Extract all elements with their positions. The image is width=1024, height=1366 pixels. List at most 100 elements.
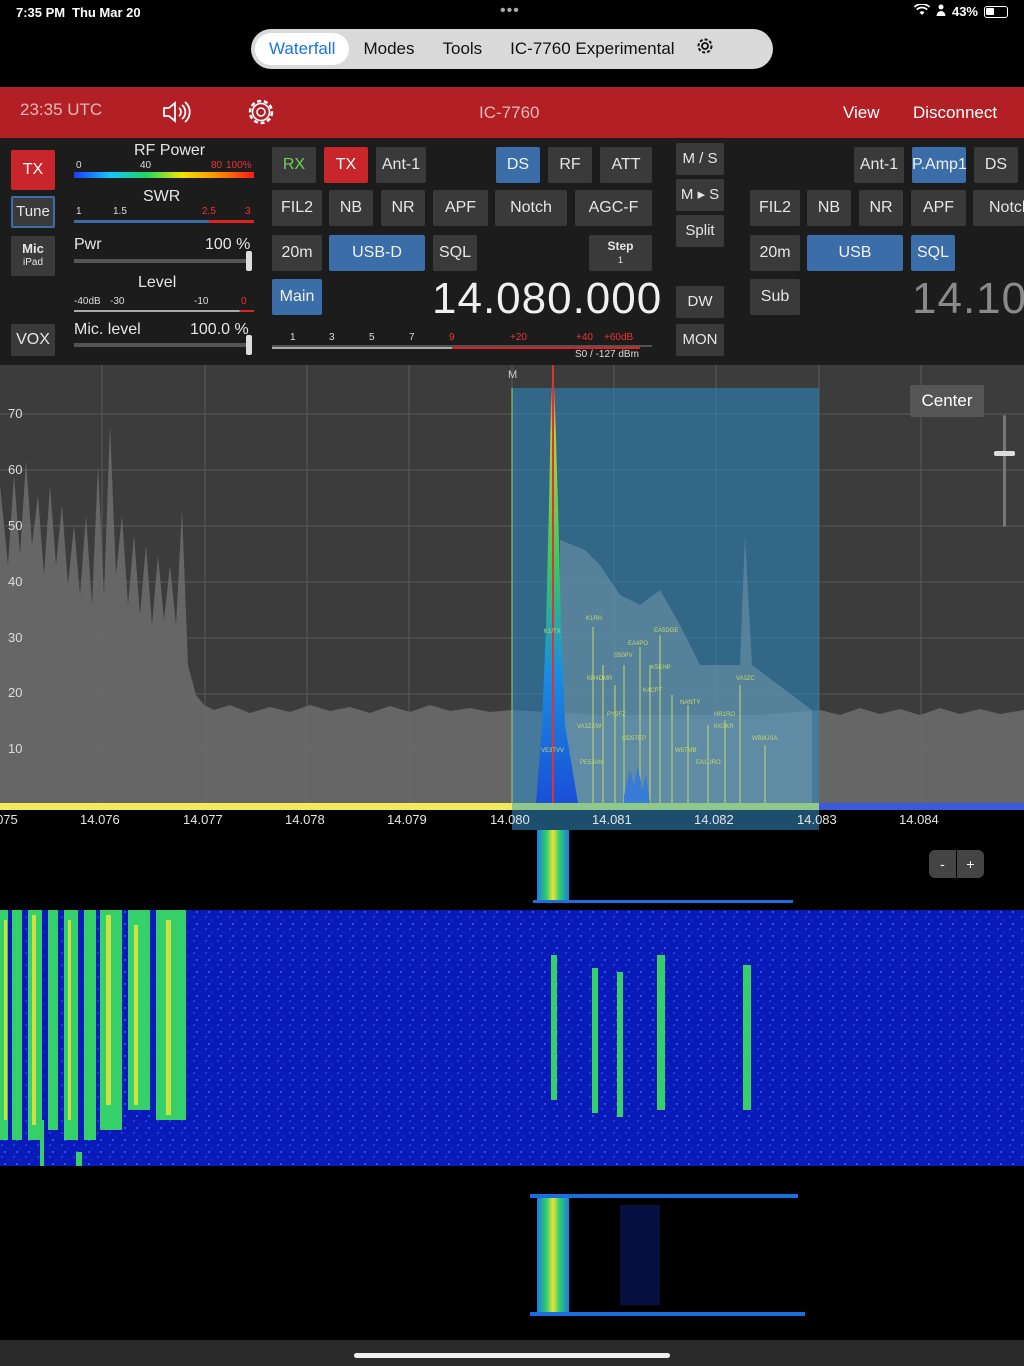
ref-level-slider-knob[interactable] — [994, 451, 1015, 456]
swr-label: SWR — [143, 188, 181, 205]
apf-button[interactable]: APF — [433, 190, 488, 226]
zoom-in-button[interactable]: + — [957, 850, 984, 878]
spot-label[interactable]: HR1RO — [714, 712, 735, 718]
rf-button[interactable]: RF — [548, 147, 592, 183]
spot-label[interactable]: EA4PO — [628, 641, 648, 647]
mic-label: Mic — [22, 241, 44, 256]
spot-label[interactable]: VA3ZXW — [577, 724, 601, 730]
sub-sql-button[interactable]: SQL — [911, 235, 955, 271]
main-vfo-button[interactable]: Main — [272, 279, 322, 315]
x-tick: 14.077 — [183, 812, 223, 827]
sub-mode-button[interactable]: USB — [807, 235, 903, 271]
pwr-label: Pwr — [74, 236, 102, 253]
ds-button[interactable]: DS — [496, 147, 540, 183]
settings-gear-icon[interactable] — [689, 36, 721, 62]
spot-label[interactable]: K1RH — [586, 616, 602, 622]
sub-band-button[interactable]: 20m — [750, 235, 800, 271]
home-indicator[interactable] — [354, 1353, 670, 1358]
sub-notch-button[interactable]: Notch — [973, 190, 1024, 226]
agc-button[interactable]: AGC-F — [575, 190, 652, 226]
tune-button[interactable]: Tune — [11, 196, 55, 228]
swr-tick: 2.5 — [202, 206, 216, 217]
spot-label[interactable]: VA3ZC — [736, 676, 755, 682]
sql-button[interactable]: SQL — [433, 235, 477, 271]
spot-label[interactable]: NANTY — [680, 700, 700, 706]
mic-source-button[interactable]: Mic iPad — [11, 236, 55, 276]
nr-button[interactable]: NR — [381, 190, 425, 226]
swr-tick: 1 — [76, 206, 82, 217]
tab-tools[interactable]: Tools — [428, 33, 496, 65]
notch-button[interactable]: Notch — [495, 190, 567, 226]
spot-label[interactable]: K5KHP — [651, 665, 671, 671]
multitask-dots-icon[interactable]: ••• — [500, 2, 520, 20]
ms-button[interactable]: M / S — [676, 143, 724, 175]
pwr-slider-knob[interactable] — [246, 251, 252, 271]
mon-button[interactable]: MON — [676, 324, 724, 356]
spot-label[interactable]: PY2FZ — [607, 712, 626, 718]
pwr-slider[interactable] — [74, 251, 252, 271]
rx-button[interactable]: RX — [272, 147, 316, 183]
mic-level-slider-knob[interactable] — [246, 335, 252, 355]
spot-label[interactable]: EA1URO — [696, 760, 721, 766]
y-tick: 40 — [8, 574, 23, 589]
filter-button[interactable]: FIL2 — [272, 190, 322, 226]
split-button[interactable]: Split — [676, 215, 724, 247]
spot-label[interactable]: W5TMB — [675, 748, 697, 754]
spot-label[interactable]: KK3KR — [714, 724, 734, 730]
spot-label[interactable]: EA5DGE — [654, 628, 678, 634]
nb-button[interactable]: NB — [329, 190, 373, 226]
sub-frequency[interactable]: 14.100.000 — [912, 274, 1024, 324]
spot-label[interactable]: K4CPT — [643, 688, 662, 694]
spectrum-scope[interactable]: EA5DGE K1RH EA4PO S50PV K5KHP KR4DMR K4C… — [0, 365, 1024, 803]
tab-bar: Waterfall Modes Tools IC-7760 Experiment… — [251, 29, 773, 69]
preamp-button[interactable]: P.Amp1 — [912, 147, 967, 183]
sub-ds-button[interactable]: DS — [974, 147, 1018, 183]
status-icons: 43% — [913, 3, 1008, 19]
status-date: Thu Mar 20 — [72, 5, 141, 20]
sub-apf-button[interactable]: APF — [911, 190, 966, 226]
spot-label[interactable]: S50PV — [614, 653, 633, 659]
view-button[interactable]: View — [843, 103, 880, 123]
speaker-icon[interactable] — [160, 97, 194, 127]
spot-label[interactable]: PE5JAN — [580, 760, 603, 766]
spot-label[interactable]: K1/TX — [544, 629, 561, 635]
spot-label[interactable]: VE3TVV — [541, 748, 564, 754]
tab-ic7760-experimental[interactable]: IC-7760 Experimental — [496, 33, 688, 65]
spot-label[interactable]: WB8USA — [752, 736, 777, 742]
sub-nr-button[interactable]: NR — [859, 190, 903, 226]
status-bar: 7:35 PM Thu Mar 20 ••• 43% — [0, 0, 1024, 24]
sub-filter-button[interactable]: FIL2 — [750, 190, 800, 226]
mode-button[interactable]: USB-D — [329, 235, 425, 271]
att-button[interactable]: ATT — [600, 147, 652, 183]
step-button[interactable]: Step 1 — [589, 235, 652, 271]
frequency-axis[interactable]: 14.075 14.076 14.077 14.078 14.079 14.08… — [0, 810, 1024, 830]
sub-vfo-button[interactable]: Sub — [750, 279, 800, 315]
y-tick: 70 — [8, 406, 23, 421]
tab-waterfall[interactable]: Waterfall — [255, 33, 350, 65]
spot-label[interactable]: KR4DMR — [587, 676, 612, 682]
memory-marker: M — [508, 369, 518, 381]
main-tx-button[interactable]: TX — [324, 147, 368, 183]
rf-tick: 40 — [140, 160, 152, 171]
antenna-button[interactable]: Ant-1 — [376, 147, 426, 183]
s-meter-tick: 3 — [329, 332, 335, 343]
center-button[interactable]: Center — [910, 385, 984, 417]
vox-button[interactable]: VOX — [11, 324, 55, 356]
waterfall-display[interactable]: - + — [0, 830, 1024, 1340]
zoom-out-button[interactable]: - — [929, 850, 956, 878]
dw-button[interactable]: DW — [676, 286, 724, 318]
sub-nb-button[interactable]: NB — [807, 190, 851, 226]
spot-label[interactable]: OD5TEP — [622, 736, 646, 742]
mic-level-slider[interactable] — [74, 335, 252, 355]
gear-icon[interactable] — [244, 95, 278, 129]
band-button[interactable]: 20m — [272, 235, 322, 271]
m-to-s-button[interactable]: M ▸ S — [676, 179, 724, 211]
sub-antenna-button[interactable]: Ant-1 — [854, 147, 904, 183]
tx-button[interactable]: TX — [11, 150, 55, 190]
disconnect-button[interactable]: Disconnect — [913, 103, 997, 123]
ref-level-slider[interactable] — [994, 415, 1015, 527]
main-frequency[interactable]: 14.080.000 — [432, 274, 662, 324]
tab-modes[interactable]: Modes — [349, 33, 428, 65]
y-tick: 20 — [8, 685, 23, 700]
level-tick: 0 — [241, 296, 247, 307]
